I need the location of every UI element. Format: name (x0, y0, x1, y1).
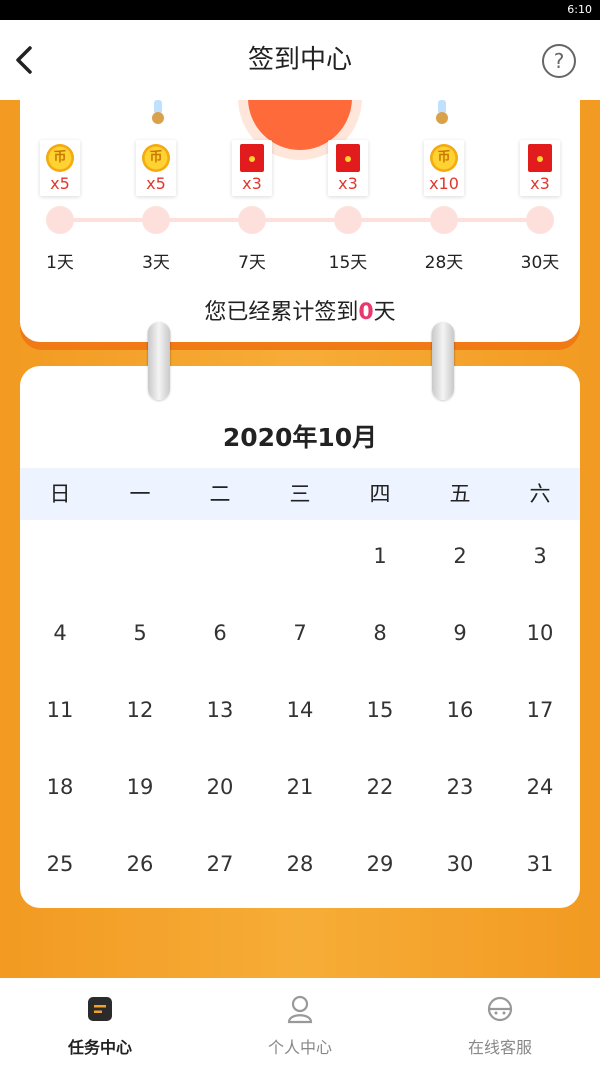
calendar-date[interactable]: 18 (20, 765, 100, 809)
calendar-date[interactable]: 14 (260, 688, 340, 732)
reward-card-item: 币 x5 (40, 140, 80, 196)
user-icon (286, 994, 314, 1024)
calendar-date[interactable]: 22 (340, 765, 420, 809)
red-packet-icon (240, 144, 264, 172)
calendar-date[interactable]: 29 (340, 842, 420, 886)
bottom-tab-bar: 任务中心 个人中心 在线客服 (0, 978, 600, 1066)
reward-card-item: x3 (232, 140, 272, 196)
weekday-label: 四 (369, 482, 391, 506)
sign-in-summary: 您已经累计签到0天 (20, 294, 580, 326)
weekday-label: 五 (449, 482, 471, 506)
calendar-date[interactable]: 3 (500, 534, 580, 578)
status-time: 6:10 (567, 3, 592, 16)
reward-card-item: x3 (328, 140, 368, 196)
reward-count: x5 (50, 174, 70, 193)
weekday-label: 三 (289, 482, 311, 506)
calendar-date[interactable]: 25 (20, 842, 100, 886)
progress-node (430, 206, 458, 234)
help-button[interactable]: ? (542, 44, 576, 78)
progress-node (526, 206, 554, 234)
calendar-date[interactable]: 1 (340, 534, 420, 578)
hanger-knob (152, 112, 164, 124)
summary-prefix: 您已经累计签到 (204, 300, 359, 325)
progress-node (46, 206, 74, 234)
tab-support[interactable]: 在线客服 (400, 978, 600, 1066)
calendar-date[interactable]: 5 (100, 611, 180, 655)
calendar-date[interactable]: 7 (260, 611, 340, 655)
reward-count: x10 (429, 174, 459, 193)
reward-count: x3 (242, 174, 262, 193)
status-bar: 6:10 (0, 0, 600, 20)
calendar-date[interactable]: 27 (180, 842, 260, 886)
milestone-day-label: 15天 (328, 253, 368, 273)
red-packet-icon (336, 144, 360, 172)
reward-count: x5 (146, 174, 166, 193)
calendar-date[interactable]: 20 (180, 765, 260, 809)
milestone-day-label: 3天 (142, 253, 170, 273)
milestone-day-label: 7天 (238, 253, 266, 273)
reward-card: 币 x5 1天 币 x5 3天 x3 7天 x3 15天 币 x10 28天 x3 30天 您已经累计签到0… (20, 100, 580, 342)
progress-node (142, 206, 170, 234)
help-icon: ? (553, 49, 565, 73)
summary-count: 0 (358, 300, 374, 325)
red-packet-icon (528, 144, 552, 172)
calendar-date[interactable]: 2 (420, 534, 500, 578)
reward-count: x3 (530, 174, 550, 193)
task-icon (86, 994, 114, 1024)
hanger-knob (436, 112, 448, 124)
weekday-label: 二 (209, 482, 231, 506)
tab-label: 个人中心 (267, 1038, 332, 1057)
reward-card-item: x3 (520, 140, 560, 196)
calendar-card: 2020年10月 日一二三四五六 1 2 3 4 5 6 7 8 9 10 11 12 13 14 15 16… (20, 366, 580, 908)
progress-node (334, 206, 362, 234)
calendar-date[interactable]: 23 (420, 765, 500, 809)
milestone-day-label: 28天 (424, 253, 464, 273)
calendar-date[interactable]: 4 (20, 611, 100, 655)
calendar-date[interactable]: 28 (260, 842, 340, 886)
calendar-date[interactable]: 24 (500, 765, 580, 809)
calendar-date[interactable]: 9 (420, 611, 500, 655)
progress-track (60, 218, 540, 222)
calendar-date[interactable]: 31 (500, 842, 580, 886)
reward-card-item: 币 x10 (424, 140, 464, 196)
calendar-date[interactable]: 12 (100, 688, 180, 732)
progress-node (238, 206, 266, 234)
app-bar: 签到中心 ? (0, 20, 600, 100)
summary-suffix: 天 (373, 300, 396, 325)
weekday-label: 六 (529, 482, 551, 506)
calendar-date[interactable]: 13 (180, 688, 260, 732)
weekday-header: 日一二三四五六 (20, 468, 580, 520)
calendar-date[interactable]: 6 (180, 611, 260, 655)
reward-card-item: 币 x5 (136, 140, 176, 196)
milestone-day-label: 1天 (46, 253, 74, 273)
tab-label: 任务中心 (67, 1038, 132, 1057)
tab-profile[interactable]: 个人中心 (200, 978, 400, 1066)
calendar-date[interactable]: 8 (340, 611, 420, 655)
coin-icon: 币 (142, 144, 170, 172)
page-title: 签到中心 (247, 45, 352, 75)
calendar-date[interactable]: 10 (500, 611, 580, 655)
support-icon (486, 994, 514, 1024)
coin-icon: 币 (46, 144, 74, 172)
reward-count: x3 (338, 174, 358, 193)
calendar-title: 2020年10月 (222, 423, 378, 452)
calendar-date[interactable]: 16 (420, 688, 500, 732)
tab-label: 在线客服 (467, 1038, 532, 1057)
calendar-date[interactable]: 30 (420, 842, 500, 886)
calendar-date[interactable]: 11 (20, 688, 100, 732)
calendar-date[interactable]: 19 (100, 765, 180, 809)
calendar-date[interactable]: 21 (260, 765, 340, 809)
weekday-label: 日 (49, 482, 71, 506)
calendar-date[interactable]: 15 (340, 688, 420, 732)
milestone-day-label: 30天 (520, 253, 560, 273)
binder-ring (432, 322, 454, 400)
tab-tasks[interactable]: 任务中心 (0, 978, 200, 1066)
calendar-date[interactable]: 26 (100, 842, 180, 886)
coin-icon: 币 (430, 144, 458, 172)
calendar-date[interactable]: 17 (500, 688, 580, 732)
binder-ring (148, 322, 170, 400)
weekday-label: 一 (129, 482, 151, 506)
